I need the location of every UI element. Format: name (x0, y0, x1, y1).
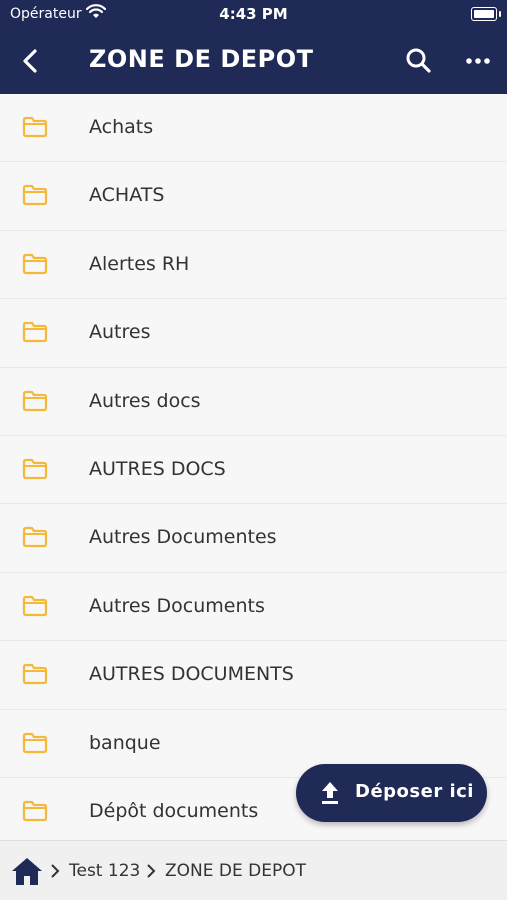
upload-icon (322, 782, 338, 804)
breadcrumb: Test 123 ZONE DE DEPOT (0, 840, 507, 900)
folder-name: Autres docs (89, 389, 201, 412)
page-title: ZONE DE DEPOT (89, 45, 314, 73)
breadcrumb-item-current: ZONE DE DEPOT (165, 861, 306, 881)
breadcrumb-item-test-123[interactable]: Test 123 (69, 861, 140, 881)
back-chevron-icon[interactable] (14, 43, 50, 79)
status-time: 4:43 PM (219, 5, 288, 23)
folder-row[interactable]: Achats (0, 94, 507, 163)
folder-icon (22, 390, 48, 411)
home-icon[interactable] (10, 855, 44, 887)
folder-icon (22, 322, 48, 343)
upload-here-label: Déposer ici (355, 781, 474, 802)
folder-name: ACHATS (89, 184, 165, 207)
more-options-icon[interactable] (462, 45, 494, 77)
battery-icon (471, 7, 501, 21)
chevron-right-icon (51, 864, 60, 878)
folder-row[interactable]: Autres Documents (0, 573, 507, 642)
folder-icon (22, 800, 48, 822)
folder-icon (22, 595, 48, 616)
folder-name: AUTRES DOCS (89, 457, 226, 480)
folder-list: Achats ACHATS Alertes RH Autres Autres docs A… (0, 94, 507, 840)
folder-name: Achats (89, 116, 154, 138)
folder-row[interactable]: Alertes RH (0, 231, 507, 300)
folder-name: Autres Documentes (89, 526, 277, 549)
upload-here-button[interactable]: Déposer ici (296, 764, 487, 822)
folder-name: Autres Documents (89, 594, 265, 617)
folder-icon (22, 185, 48, 206)
folder-icon (22, 527, 48, 548)
folder-icon (22, 458, 48, 480)
folder-row[interactable]: AUTRES DOCS (0, 436, 507, 505)
folder-icon (22, 664, 48, 685)
folder-row[interactable]: Autres (0, 299, 507, 368)
status-bar: Opérateur 4:43 PM (0, 0, 507, 28)
search-icon[interactable] (403, 45, 435, 77)
folder-row[interactable]: Autres docs (0, 368, 507, 436)
folder-row[interactable]: Autres Documentes (0, 504, 507, 573)
folder-icon (22, 116, 48, 138)
folder-name: Autres (89, 321, 151, 344)
chevron-right-icon (147, 864, 156, 878)
folder-name: Dépôt documents (89, 799, 259, 822)
folder-row[interactable]: AUTRES DOCUMENTS (0, 641, 507, 710)
folder-name: AUTRES DOCUMENTS (89, 663, 294, 686)
folder-row[interactable]: ACHATS (0, 162, 507, 231)
folder-name: Alertes RH (89, 252, 190, 275)
nav-bar: ZONE DE DEPOT (0, 28, 507, 94)
folder-icon (22, 253, 48, 274)
folder-name: banque (89, 731, 161, 754)
folder-icon (22, 732, 48, 753)
